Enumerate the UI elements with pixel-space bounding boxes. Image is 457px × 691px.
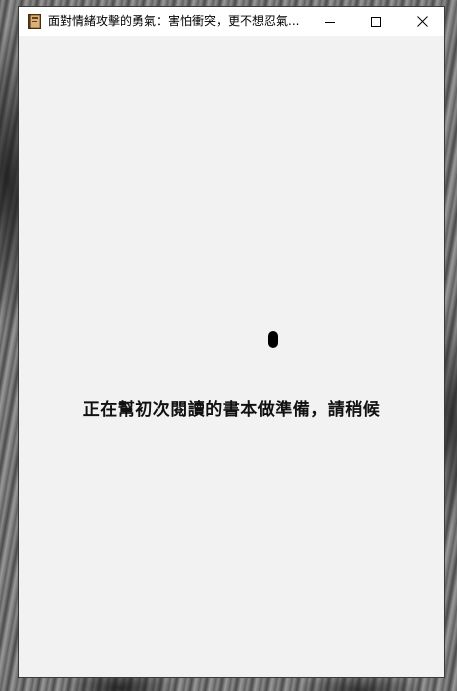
app-window: 面對情緒攻擊的勇氣：害怕衝突，更不想忍氣... 正在幫初次閱讀的書本做準備，請稍… <box>18 6 445 678</box>
maximize-icon <box>371 12 381 31</box>
close-button[interactable] <box>399 7 445 36</box>
loading-panel: 正在幫初次閱讀的書本做準備，請稍候 <box>19 36 444 677</box>
close-icon <box>416 12 428 31</box>
title-bar[interactable]: 面對情緒攻擊的勇氣：害怕衝突，更不想忍氣... <box>19 7 444 36</box>
loading-spinner <box>268 331 278 348</box>
minimize-icon <box>325 12 335 31</box>
loading-message: 正在幫初次閱讀的書本做準備，請稍候 <box>82 400 381 420</box>
book-icon <box>28 14 41 29</box>
minimize-button[interactable] <box>307 7 353 36</box>
maximize-button[interactable] <box>353 7 399 36</box>
window-title: 面對情緒攻擊的勇氣：害怕衝突，更不想忍氣... <box>48 14 300 28</box>
